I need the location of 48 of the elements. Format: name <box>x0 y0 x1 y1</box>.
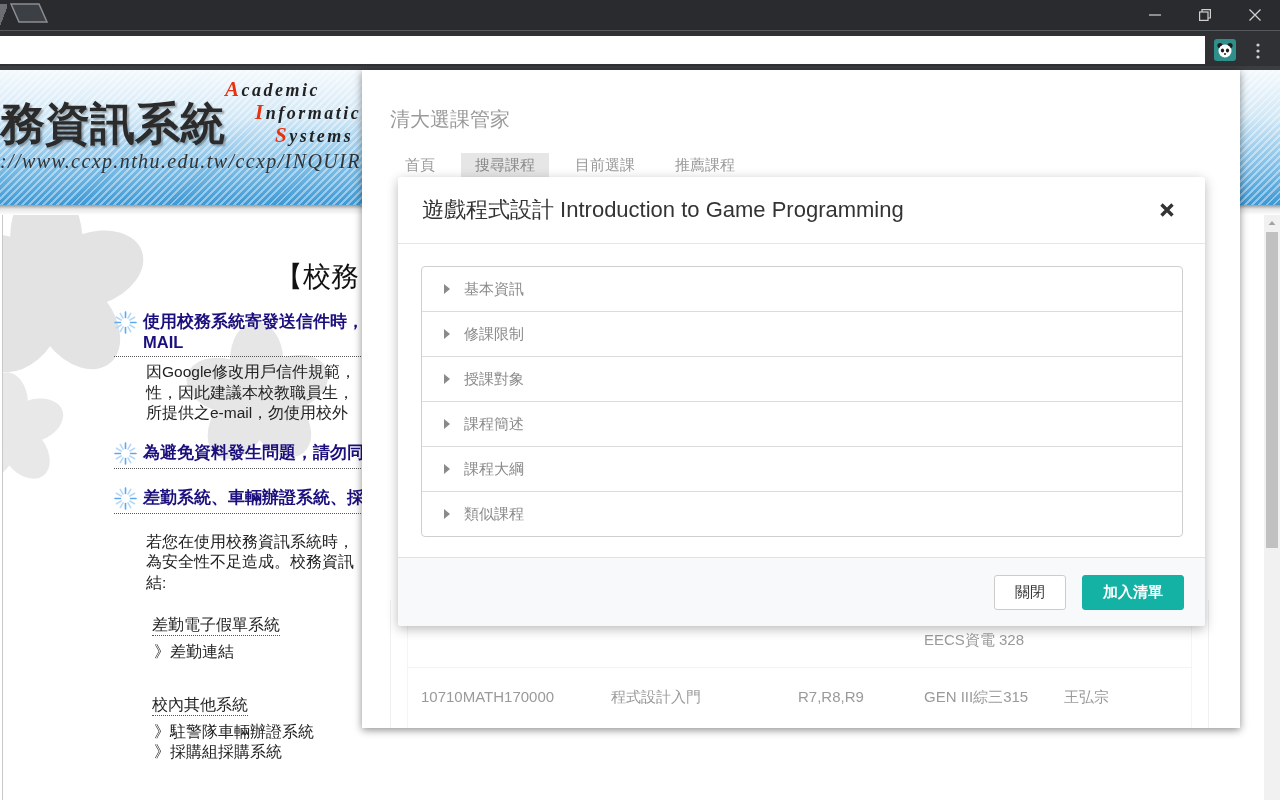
accordion-item[interactable]: 授課對象 <box>422 356 1182 401</box>
banner-title: 務資訊系統 <box>0 98 225 150</box>
spinner-icon <box>114 311 137 334</box>
new-tab-button[interactable] <box>10 3 48 23</box>
table-cell: 10710MATH170000 <box>421 687 555 707</box>
nav-tab[interactable]: 目前選課 <box>561 153 649 177</box>
close-icon <box>1160 203 1174 217</box>
nav-tab[interactable]: 推薦課程 <box>661 153 749 177</box>
notice-title: 為避免資料發生問題，請勿同 <box>143 441 364 463</box>
banner-subtitle-line: Informatic <box>255 101 362 124</box>
banner-url: ://www.ccxp.nthu.edu.tw/ccxp/INQUIR <box>0 150 361 172</box>
notice-paragraph: 若您在使用校務資訊系統時， 為安全性不足造成。校務資訊 結: <box>146 531 355 593</box>
table-cell: GEN III綜三315 <box>924 687 1029 707</box>
notice-title: 使用校務系統寄發送信件時， MAIL <box>143 311 364 353</box>
app-title: 清大選課管家 <box>390 108 510 130</box>
panda-icon[interactable] <box>1214 39 1236 61</box>
banner-subtitle-line: Academic <box>225 78 320 101</box>
system-group-label: 差勤電子假單系統 <box>152 615 280 636</box>
notice-paragraph: 因Google修改用戶信件規範， 性，因此建議本校教職員生， 所提供之e-mail，勿使用校外 <box>146 362 357 423</box>
accordion-item[interactable]: 課程大綱 <box>422 446 1182 491</box>
system-link[interactable]: 》駐警隊車輛辦證系統 <box>154 722 314 742</box>
page-heading: 【校務 <box>275 261 359 293</box>
notice-title: 差勤系統、車輛辦證系統、採 <box>143 486 364 508</box>
table-cell: R7,R8,R9 <box>798 687 864 707</box>
address-field[interactable] <box>0 36 1205 64</box>
accordion-item[interactable]: 基本資訊 <box>422 267 1182 311</box>
system-link[interactable]: 》採購組採購系統 <box>154 742 282 762</box>
accordion-item[interactable]: 類似課程 <box>422 491 1182 536</box>
more-menu-icon[interactable] <box>1256 43 1260 59</box>
table-cell: EECS資電 328 <box>924 630 1025 650</box>
close-icon[interactable] <box>1249 9 1261 21</box>
spinner-icon <box>114 441 137 465</box>
banner-subtitle-line: Systems <box>275 124 354 147</box>
primary-button[interactable]: 加入清單 <box>1082 575 1184 610</box>
dialog-title: 遊戲程式設計 Introduction to Game Programming <box>422 196 904 224</box>
nav-tab[interactable]: 搜尋課程 <box>461 153 549 177</box>
table-cell: 程式設計入門 <box>611 687 701 707</box>
close-button[interactable] <box>1160 203 1174 217</box>
table-cell: 王弘宗 <box>1064 687 1109 707</box>
restore-icon[interactable] <box>1199 9 1211 21</box>
system-link[interactable]: 》差勤連結 <box>154 642 234 662</box>
scrollbar-thumb[interactable] <box>1266 232 1278 548</box>
nav-tab[interactable]: 首頁 <box>391 153 449 177</box>
system-group-label: 校內其他系統 <box>152 695 248 716</box>
accordion-item[interactable]: 修課限制 <box>422 311 1182 356</box>
secondary-button[interactable]: 關閉 <box>994 575 1066 610</box>
spinner-icon <box>114 486 137 510</box>
accordion-item[interactable]: 課程簡述 <box>422 401 1182 446</box>
